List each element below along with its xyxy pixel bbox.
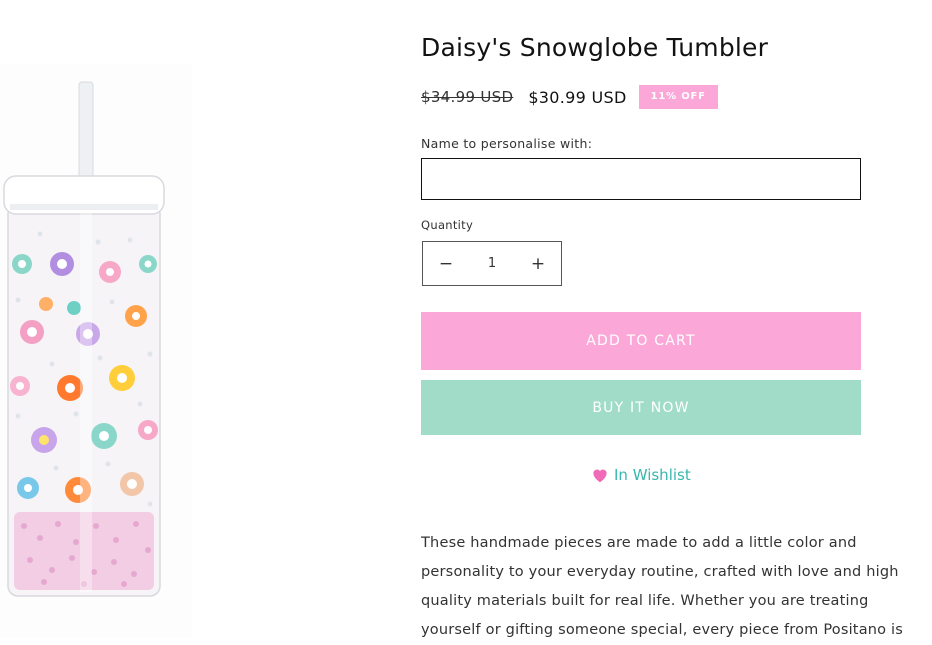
- product-description: These handmade pieces are made to add a …: [421, 529, 926, 645]
- quantity-label: Quantity: [421, 218, 474, 232]
- price-row: $34.99 USD $30.99 USD 11% OFF: [421, 85, 718, 109]
- product-image: [0, 64, 192, 638]
- quantity-stepper: − +: [422, 241, 562, 286]
- personalise-name-input[interactable]: [421, 158, 861, 200]
- quantity-input[interactable]: [469, 242, 515, 285]
- wishlist-label: In Wishlist: [614, 466, 691, 484]
- discount-badge: 11% OFF: [638, 85, 718, 109]
- wishlist-toggle[interactable]: In Wishlist: [591, 466, 691, 484]
- sale-price: $30.99 USD: [528, 87, 627, 107]
- quantity-increase-button[interactable]: +: [515, 242, 561, 285]
- description-line: yourself or gifting someone special, eve…: [421, 622, 904, 638]
- buy-now-button[interactable]: BUY IT NOW: [421, 380, 861, 435]
- compare-at-price: $34.99 USD: [421, 88, 514, 106]
- personalise-label: Name to personalise with:: [421, 136, 593, 151]
- add-to-cart-button[interactable]: ADD TO CART: [421, 312, 861, 370]
- heart-icon: [591, 467, 609, 483]
- quantity-decrease-button[interactable]: −: [423, 242, 469, 285]
- description-line: quality materials built for real life. W…: [421, 593, 869, 609]
- tumbler-image: [3, 81, 165, 597]
- description-line: personality to your everyday routine, cr…: [421, 564, 899, 580]
- product-title: Daisy's Snowglobe Tumbler: [421, 33, 769, 62]
- description-line: These handmade pieces are made to add a …: [421, 535, 857, 551]
